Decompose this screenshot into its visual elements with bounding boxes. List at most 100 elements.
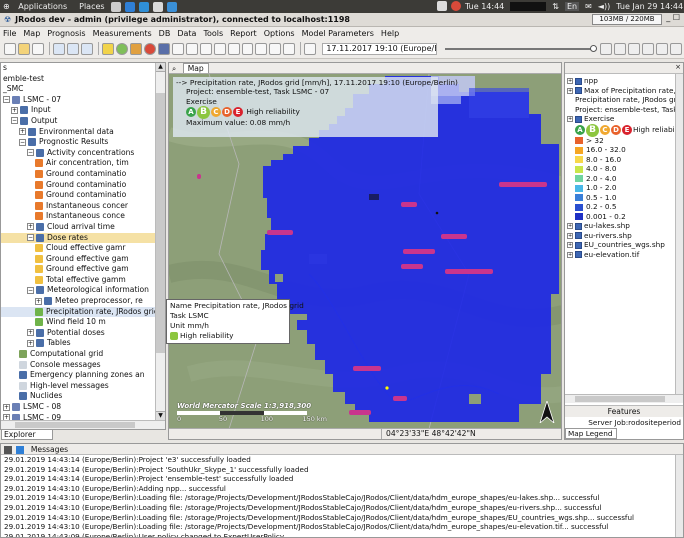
- tree-row[interactable]: Ground contaminatio: [1, 190, 165, 201]
- scroll-down-icon[interactable]: ▼: [156, 411, 165, 420]
- tree-horizontal-scrollbar[interactable]: [1, 420, 165, 429]
- datetime-field[interactable]: 17.11.2017 19:10 (Europe/Berlin): [322, 42, 437, 55]
- expand-icon[interactable]: +: [27, 329, 34, 337]
- legend-expand-icon[interactable]: +: [567, 242, 573, 248]
- tree-row[interactable]: + Potential doses: [1, 328, 165, 339]
- date-label[interactable]: Tue Jan 29 14:44: [616, 2, 683, 11]
- editor-launcher-icon[interactable]: [152, 1, 163, 12]
- tree-row[interactable]: + Meteo preprocessor, re: [1, 296, 165, 307]
- tree-row[interactable]: − Meteorological information: [1, 285, 165, 296]
- tree-row[interactable]: Cloud effective gamr: [1, 243, 165, 254]
- collapse-icon[interactable]: −: [27, 149, 34, 157]
- layer-visibility-checkbox[interactable]: [575, 222, 582, 230]
- record-icon[interactable]: [143, 42, 156, 55]
- tree-row[interactable]: s: [1, 63, 165, 74]
- tree-row[interactable]: + Input: [1, 105, 165, 116]
- menu-options[interactable]: Options: [264, 29, 295, 38]
- tree-row[interactable]: Console messages: [1, 360, 165, 371]
- legend-expand-icon[interactable]: +: [567, 78, 573, 84]
- menu-report[interactable]: Report: [230, 29, 257, 38]
- tree-row[interactable]: Nuclides: [1, 391, 165, 402]
- layers-icon[interactable]: [129, 42, 142, 55]
- first-step-icon[interactable]: [600, 42, 613, 55]
- info-icon[interactable]: [227, 42, 240, 55]
- expand-icon[interactable]: +: [35, 297, 42, 305]
- clock-label[interactable]: Tue 14:44: [465, 2, 504, 11]
- next-step-icon[interactable]: [656, 42, 669, 55]
- messages-clear-icon[interactable]: [4, 446, 12, 454]
- previous-step-icon[interactable]: [614, 42, 627, 55]
- legend-vertical-scrollbar[interactable]: [675, 74, 683, 394]
- pause-icon[interactable]: [642, 42, 655, 55]
- tree-vertical-scrollbar[interactable]: ▲ ▼: [155, 63, 165, 420]
- tree-row[interactable]: emble-test: [1, 74, 165, 85]
- legend-expand-icon[interactable]: +: [567, 232, 573, 239]
- applications-menu[interactable]: ⊕ Applications: [3, 2, 73, 11]
- tree-row[interactable]: − Activity concentrations: [1, 148, 165, 159]
- tree-row[interactable]: Ground effective gam: [1, 254, 165, 265]
- tree-row[interactable]: _SMC: [1, 84, 165, 95]
- select-icon[interactable]: [157, 42, 170, 55]
- new-file-icon[interactable]: [4, 42, 16, 55]
- tab-map[interactable]: Map: [182, 63, 209, 73]
- tree-row[interactable]: + Environmental data: [1, 127, 165, 138]
- layout-icon[interactable]: [52, 42, 65, 55]
- map-legend-tab[interactable]: Map Legend: [565, 428, 617, 439]
- tree-row[interactable]: Wind field 10 m: [1, 317, 165, 328]
- expand-icon[interactable]: +: [3, 403, 10, 411]
- tree-scroll-thumb[interactable]: [156, 93, 165, 353]
- measure-icon[interactable]: [255, 42, 268, 55]
- tree-row[interactable]: Air concentration, tim: [1, 158, 165, 169]
- scroll-up-icon[interactable]: ▲: [156, 63, 165, 72]
- graph-icon[interactable]: [304, 42, 317, 55]
- memory-indicator[interactable]: 103MB / 220MB: [592, 14, 662, 25]
- last-step-icon[interactable]: [670, 42, 683, 55]
- tree-row[interactable]: Ground contaminatio: [1, 180, 165, 191]
- tree-row[interactable]: Computational grid: [1, 349, 165, 360]
- zoom-region-icon[interactable]: [199, 42, 212, 55]
- legend-hscroll-thumb[interactable]: [575, 396, 665, 402]
- legend-expand-icon[interactable]: +: [567, 87, 573, 94]
- power-status-icon[interactable]: [451, 1, 461, 11]
- menu-tools[interactable]: Tools: [203, 29, 223, 38]
- layer-visibility-checkbox[interactable]: [575, 115, 582, 123]
- legend-horizontal-scrollbar[interactable]: [565, 394, 683, 403]
- legend-expand-icon[interactable]: +: [567, 116, 573, 122]
- menu-prognosis[interactable]: Prognosis: [47, 29, 85, 38]
- print-icon[interactable]: [269, 42, 282, 55]
- open-folder-icon[interactable]: [17, 42, 30, 55]
- tree-row[interactable]: Emergency planning zones an: [1, 370, 165, 381]
- layer-visibility-checkbox[interactable]: [575, 77, 582, 85]
- layer-visibility-checkbox[interactable]: [575, 232, 582, 239]
- run-icon[interactable]: [101, 42, 114, 55]
- places-menu[interactable]: Places: [79, 2, 104, 11]
- layer-visibility-checkbox[interactable]: [575, 251, 582, 258]
- mail-icon[interactable]: ✉: [585, 2, 592, 11]
- menu-db[interactable]: DB: [159, 29, 171, 38]
- legend-expand-icon[interactable]: +: [567, 223, 573, 229]
- volume-icon[interactable]: ◄)): [598, 2, 610, 11]
- legend-close-icon[interactable]: ×: [675, 63, 681, 71]
- save-icon[interactable]: [31, 42, 44, 55]
- collapse-icon[interactable]: −: [27, 234, 34, 241]
- menu-map[interactable]: Map: [23, 29, 40, 38]
- tree-row[interactable]: Precipitation rate, JRodos grid [mm/h]: [1, 306, 165, 318]
- expand-icon[interactable]: +: [11, 106, 18, 114]
- expand-icon[interactable]: +: [27, 339, 34, 347]
- export-icon[interactable]: [283, 42, 296, 55]
- tree-row[interactable]: − Prognostic Results: [1, 137, 165, 148]
- features-header[interactable]: Features: [565, 405, 683, 417]
- expand-icon[interactable]: +: [27, 223, 34, 231]
- screen-icon[interactable]: [437, 1, 447, 11]
- tree-row[interactable]: − LSMC - 07: [1, 95, 165, 106]
- zoom-in-icon[interactable]: [171, 42, 184, 55]
- tree-row[interactable]: Instantaneous conce: [1, 211, 165, 222]
- tree-row[interactable]: + Cloud arrival time: [1, 222, 165, 233]
- tree-row[interactable]: Instantaneous concer: [1, 201, 165, 212]
- play-icon[interactable]: [628, 42, 641, 55]
- tree-row[interactable]: + Tables: [1, 338, 165, 349]
- explorer-tab[interactable]: Explorer: [1, 430, 53, 440]
- menu-file[interactable]: File: [3, 29, 16, 38]
- collapse-icon[interactable]: −: [3, 96, 10, 104]
- collapse-icon[interactable]: −: [11, 117, 18, 125]
